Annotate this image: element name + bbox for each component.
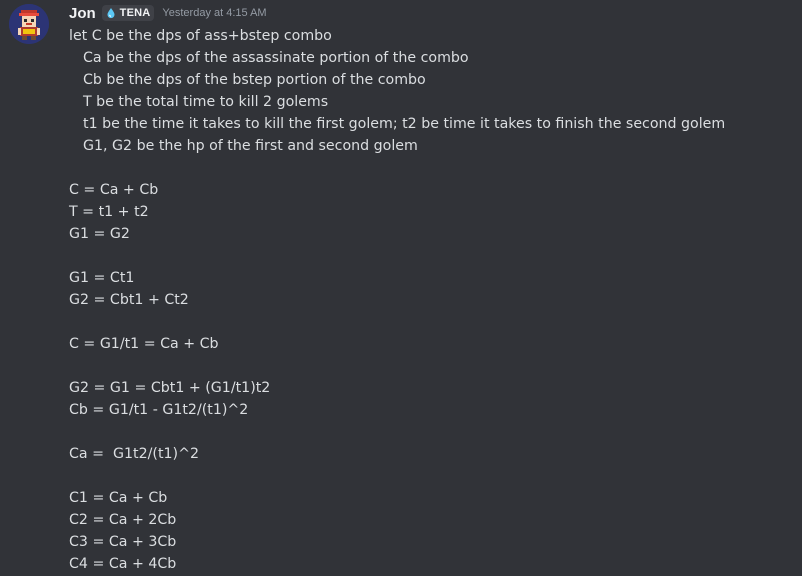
message-line: C1 = Ca + Cb [69, 490, 168, 506]
message-line: T = t1 + t2 [69, 204, 149, 220]
message-line: Cb = G1/t1 - G1t2/(t1)^2 [69, 402, 249, 418]
message-line: C = Ca + Cb [69, 182, 159, 198]
server-tag[interactable]: TENA [101, 5, 155, 21]
avatar-image [9, 4, 49, 44]
message-line: C3 = Ca + 3Cb [69, 534, 177, 550]
water-drop-icon [105, 7, 117, 19]
message-line: Ca = G1t2/(t1)^2 [69, 446, 199, 462]
message-line: G2 = Cbt1 + Ct2 [69, 292, 189, 308]
user-avatar[interactable] [9, 4, 49, 44]
message-line: Ca be the dps of the assassinate portion… [83, 50, 469, 66]
chat-message: Jon TENA Yesterday at 4:15 AM let C be t… [0, 0, 802, 576]
message-line: G1 = Ct1 [69, 270, 135, 286]
message-content: let C be the dps of ass+bstep combo Ca b… [69, 25, 789, 575]
message-timestamp[interactable]: Yesterday at 4:15 AM [162, 7, 266, 19]
message-line: G1, G2 be the hp of the first and second… [83, 138, 418, 154]
message-line: C4 = Ca + 4Cb [69, 556, 177, 572]
message-line: C = G1/t1 = Ca + Cb [69, 336, 219, 352]
message-line: C2 = Ca + 2Cb [69, 512, 177, 528]
message-line: G1 = G2 [69, 226, 130, 242]
message-line: let C be the dps of ass+bstep combo [69, 28, 332, 44]
message-line: G2 = G1 = Cbt1 + (G1/t1)t2 [69, 380, 271, 396]
server-tag-label: TENA [119, 7, 151, 19]
message-header: Jon TENA Yesterday at 4:15 AM [69, 3, 267, 23]
message-line: Cb be the dps of the bstep portion of th… [83, 72, 426, 88]
message-line: t1 be the time it takes to kill the firs… [83, 116, 726, 132]
message-line: T be the total time to kill 2 golems [83, 94, 329, 110]
username[interactable]: Jon [69, 5, 96, 22]
